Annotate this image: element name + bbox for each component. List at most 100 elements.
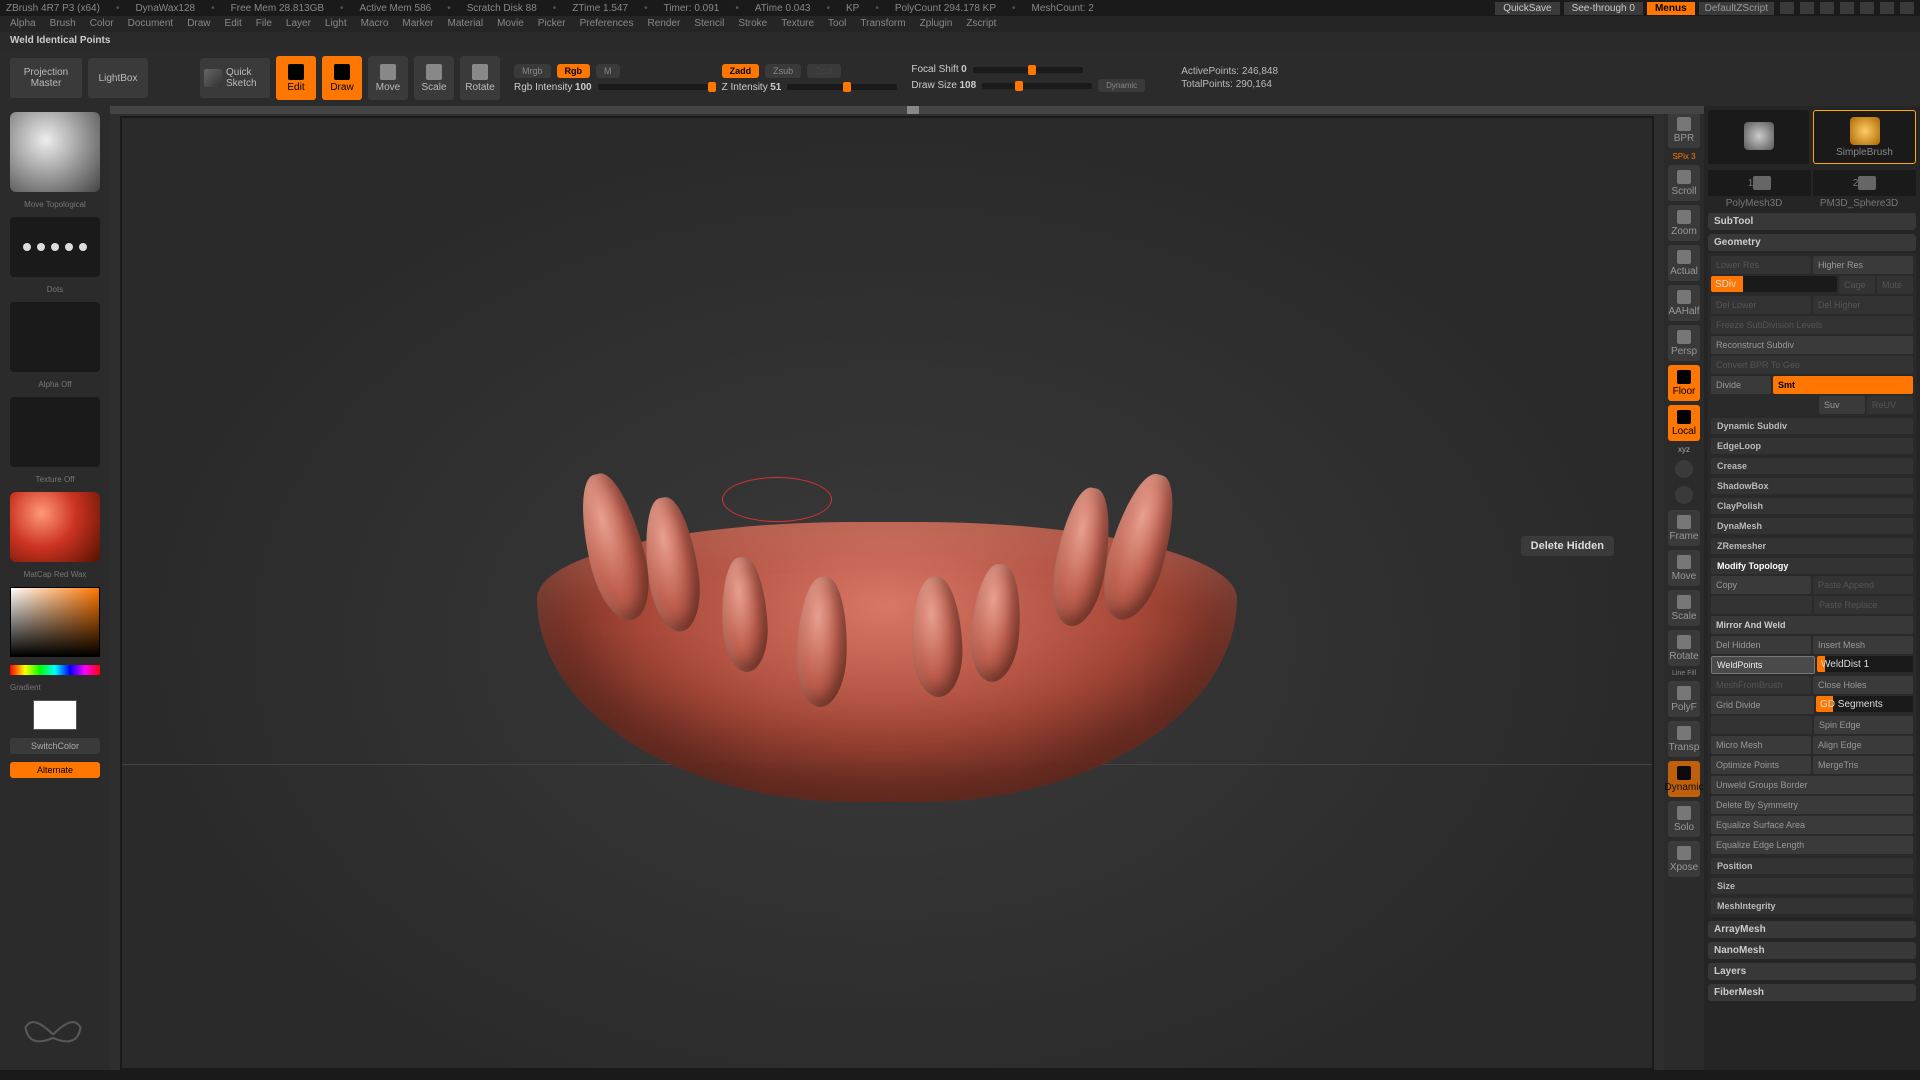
- menus-toggle[interactable]: Menus: [1647, 2, 1695, 15]
- m-toggle[interactable]: M: [596, 64, 620, 78]
- close-button[interactable]: [1900, 2, 1914, 14]
- move-mode-button[interactable]: Move: [368, 56, 408, 100]
- zremesher-header[interactable]: ZRemesher: [1711, 538, 1913, 554]
- menu-picker[interactable]: Picker: [538, 18, 566, 30]
- mirror-weld-button[interactable]: Mirror And Weld: [1711, 616, 1913, 634]
- xyz-label[interactable]: xyz: [1678, 445, 1690, 454]
- quicksketch-button[interactable]: QuickSketch: [200, 58, 270, 98]
- dynamic-subdiv-header[interactable]: Dynamic Subdiv: [1711, 418, 1913, 434]
- projection-master-button[interactable]: Projection Master: [10, 58, 82, 98]
- viewport-canvas[interactable]: [120, 116, 1654, 1070]
- shadowbox-header[interactable]: ShadowBox: [1711, 478, 1913, 494]
- stroke-thumbnail[interactable]: [10, 217, 100, 277]
- frame-button[interactable]: Frame: [1668, 510, 1700, 546]
- grid-divide-button[interactable]: Grid Divide: [1711, 696, 1814, 714]
- divide-button[interactable]: Divide: [1711, 376, 1771, 394]
- gd-segments-slider[interactable]: GD Segments: [1816, 696, 1913, 712]
- reconstruct-subdiv-button[interactable]: Reconstruct Subdiv: [1711, 336, 1913, 354]
- menu-edit[interactable]: Edit: [225, 18, 242, 30]
- actual-button[interactable]: Actual: [1668, 245, 1700, 281]
- rotate-view-widget[interactable]: [1675, 460, 1693, 478]
- menu-tool[interactable]: Tool: [828, 18, 846, 30]
- persp-button[interactable]: Persp: [1668, 325, 1700, 361]
- menu-alpha[interactable]: Alpha: [10, 18, 36, 30]
- color-swatch[interactable]: [33, 700, 77, 730]
- rgb-intensity-slider[interactable]: [598, 84, 708, 90]
- target-widget[interactable]: [1675, 486, 1693, 504]
- edgeloop-header[interactable]: EdgeLoop: [1711, 438, 1913, 454]
- meshintegrity-header[interactable]: MeshIntegrity: [1711, 898, 1913, 914]
- modify-topology-header[interactable]: Modify Topology: [1711, 558, 1913, 574]
- dynamic-toggle[interactable]: Dynamic: [1098, 79, 1145, 92]
- move-view-button[interactable]: Move: [1668, 550, 1700, 586]
- scale-mode-button[interactable]: Scale: [414, 56, 454, 100]
- layers-panel-header[interactable]: Layers: [1708, 963, 1916, 980]
- draw-mode-button[interactable]: Draw: [322, 56, 362, 100]
- brush-thumbnail[interactable]: [10, 112, 100, 192]
- zcut-toggle[interactable]: Zcut: [807, 64, 841, 78]
- draw-size-slider[interactable]: [982, 83, 1092, 89]
- position-header[interactable]: Position: [1711, 858, 1913, 874]
- higher-res-button[interactable]: Higher Res: [1813, 256, 1913, 274]
- aahalf-button[interactable]: AAHalf: [1668, 285, 1700, 321]
- spix-slider[interactable]: SPix 3: [1672, 152, 1695, 161]
- menu-preferences[interactable]: Preferences: [580, 18, 634, 30]
- alternate-button[interactable]: Alternate: [10, 762, 100, 778]
- color-picker[interactable]: [10, 587, 100, 657]
- material-thumbnail[interactable]: [10, 492, 100, 562]
- sdiv-slider[interactable]: SDiv: [1711, 276, 1837, 292]
- minimize-button[interactable]: [1860, 2, 1874, 14]
- optimize-points-button[interactable]: Optimize Points: [1711, 756, 1811, 774]
- menu-stroke[interactable]: Stroke: [738, 18, 767, 30]
- z-intensity-slider[interactable]: [787, 84, 897, 90]
- scale-view-button[interactable]: Scale: [1668, 590, 1700, 626]
- tray-button[interactable]: [1820, 2, 1834, 14]
- timeline-strip[interactable]: [110, 106, 1704, 114]
- spin-edge-button[interactable]: Spin Edge: [1814, 716, 1913, 734]
- focal-shift-slider[interactable]: [973, 67, 1083, 73]
- paste-replace-button[interactable]: Paste Replace: [1814, 596, 1913, 614]
- menu-draw[interactable]: Draw: [187, 18, 210, 30]
- lower-res-button[interactable]: Lower Res: [1711, 256, 1811, 274]
- mesh-from-brush-button[interactable]: MeshFromBrush: [1711, 676, 1811, 694]
- delete-by-symmetry-button[interactable]: Delete By Symmetry: [1711, 796, 1913, 814]
- smt-toggle[interactable]: Smt: [1773, 376, 1913, 394]
- mute-button[interactable]: Mute: [1877, 276, 1913, 294]
- unweld-groups-button[interactable]: Unweld Groups Border: [1711, 776, 1913, 794]
- size-header[interactable]: Size: [1711, 878, 1913, 894]
- alpha-thumbnail[interactable]: [10, 302, 100, 372]
- hue-strip[interactable]: [10, 665, 100, 675]
- menu-movie[interactable]: Movie: [497, 18, 524, 30]
- equalize-edge-button[interactable]: Equalize Edge Length: [1711, 836, 1913, 854]
- tray-button[interactable]: [1780, 2, 1794, 14]
- tray-button[interactable]: [1800, 2, 1814, 14]
- del-higher-button[interactable]: Del Higher: [1813, 296, 1913, 314]
- crease-header[interactable]: Crease: [1711, 458, 1913, 474]
- weld-dist-slider[interactable]: WeldDist 1: [1817, 656, 1913, 672]
- menu-zplugin[interactable]: Zplugin: [920, 18, 953, 30]
- menu-material[interactable]: Material: [448, 18, 484, 30]
- align-edge-button[interactable]: Align Edge: [1813, 736, 1913, 754]
- bpr-button[interactable]: BPR: [1668, 112, 1700, 148]
- seethrough-slider[interactable]: See-through 0: [1564, 2, 1643, 15]
- convert-bpr-button[interactable]: Convert BPR To Geo: [1711, 356, 1913, 374]
- rgb-toggle[interactable]: Rgb: [557, 64, 591, 78]
- transp-button[interactable]: Transp: [1668, 721, 1700, 757]
- menu-macro[interactable]: Macro: [361, 18, 389, 30]
- suv-toggle[interactable]: Suv: [1819, 396, 1865, 414]
- menu-document[interactable]: Document: [128, 18, 174, 30]
- local-button[interactable]: Local: [1668, 405, 1700, 441]
- cage-button[interactable]: Cage: [1839, 276, 1875, 294]
- tool-thumb-pmsphere[interactable]: 2: [1813, 170, 1916, 196]
- menu-texture[interactable]: Texture: [781, 18, 814, 30]
- subtool-panel-header[interactable]: SubTool: [1708, 213, 1916, 230]
- rotate-view-button[interactable]: Rotate: [1668, 630, 1700, 666]
- arraymesh-panel-header[interactable]: ArrayMesh: [1708, 921, 1916, 938]
- menu-marker[interactable]: Marker: [402, 18, 433, 30]
- menu-layer[interactable]: Layer: [286, 18, 311, 30]
- geometry-panel-header[interactable]: Geometry: [1708, 234, 1916, 251]
- tool-thumb-simplebrush[interactable]: SimpleBrush: [1813, 110, 1916, 164]
- floor-button[interactable]: Floor: [1668, 365, 1700, 401]
- dynamesh-header[interactable]: DynaMesh: [1711, 518, 1913, 534]
- scroll-button[interactable]: Scroll: [1668, 165, 1700, 201]
